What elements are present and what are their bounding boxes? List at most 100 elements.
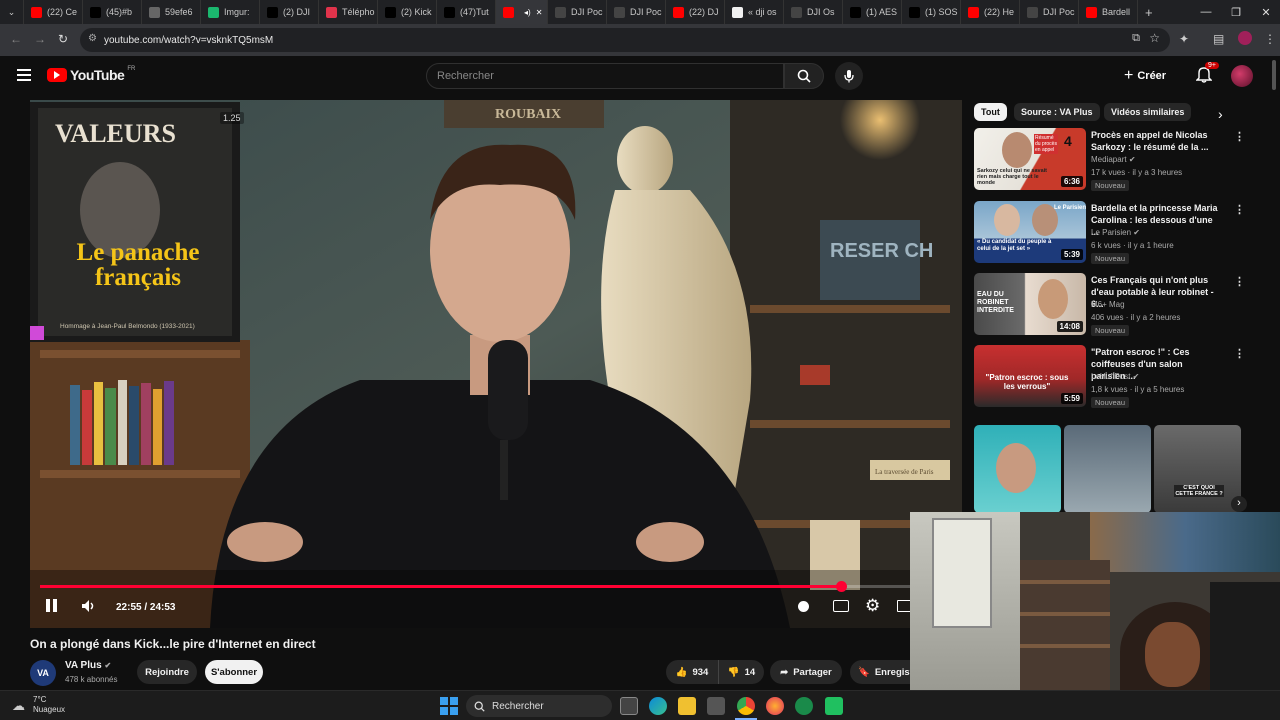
verified-icon: ✔ <box>1128 155 1136 164</box>
short-thumbnail[interactable] <box>974 425 1061 513</box>
extensions-icon[interactable]: ✦ <box>1179 32 1189 46</box>
sidepanel-icon[interactable]: ▤ <box>1213 32 1224 46</box>
bookmark-star-icon[interactable]: ☆ <box>1149 31 1160 45</box>
voice-search-button[interactable] <box>835 62 863 90</box>
page-scrollbar[interactable] <box>1272 60 1276 90</box>
recommendation-item[interactable]: "Patron escroc : sous les verrous" 5:59 … <box>974 345 1250 411</box>
dislike-button[interactable]: 👎 14 <box>718 660 764 684</box>
account-avatar[interactable] <box>1231 65 1253 87</box>
weather-desc[interactable]: Nuageux <box>33 705 65 714</box>
chip-source[interactable]: Source : VA Plus <box>1014 103 1100 121</box>
pause-button[interactable] <box>46 599 58 613</box>
join-button[interactable]: Rejoindre <box>137 660 197 684</box>
browser-tab[interactable]: (2) DJI <box>260 0 319 24</box>
taskbar-search[interactable]: Rechercher <box>466 695 612 717</box>
browser-tab[interactable]: (22) DJ <box>666 0 725 24</box>
maximize-button[interactable]: ❐ <box>1220 0 1252 24</box>
more-options-icon[interactable]: ⋮ <box>1234 275 1245 288</box>
task-view-icon[interactable] <box>620 697 638 715</box>
channel-avatar[interactable]: VA <box>30 660 56 686</box>
close-tab-icon[interactable]: ✕ <box>536 8 543 17</box>
webcam-overlay <box>910 512 1280 690</box>
recommendation-thumbnail[interactable]: Résumé du procès en appel 4 Sarkozy celu… <box>974 128 1086 190</box>
browser-tab[interactable]: (22) He <box>961 0 1020 24</box>
share-button[interactable]: ➦ Partager <box>770 660 842 684</box>
weather-temp[interactable]: 7°C <box>33 695 46 704</box>
app-icon-green[interactable] <box>795 697 813 715</box>
browser-tab[interactable]: DJI Os <box>784 0 843 24</box>
tab-active[interactable]: ◂) ✕ <box>496 0 548 24</box>
browser-tab[interactable]: DJI Poc <box>607 0 666 24</box>
recommendation-item[interactable]: Résumé du procès en appel 4 Sarkozy celu… <box>974 128 1250 194</box>
short-thumbnail[interactable]: C'EST QUOI CETTE FRANCE ? <box>1154 425 1241 513</box>
minimize-button[interactable]: — <box>1190 0 1222 24</box>
search-button[interactable] <box>784 63 824 89</box>
browser-tab[interactable]: (1) SOS <box>902 0 961 24</box>
forward-arrow-icon[interactable]: → <box>34 32 46 46</box>
progress-bar[interactable] <box>40 581 910 592</box>
new-tab-button[interactable]: + <box>1138 0 1160 24</box>
recommendation-item[interactable]: EAU DU ROBINET INTERDITE 14:08 Ces Franç… <box>974 273 1250 339</box>
start-button[interactable] <box>440 697 458 715</box>
firefox-icon[interactable] <box>766 697 784 715</box>
browser-tab[interactable]: (22) Ce <box>24 0 83 24</box>
shorts-next-button[interactable]: › <box>1231 496 1247 512</box>
youtube-logo[interactable]: YouTube FR <box>47 66 135 83</box>
more-options-icon[interactable]: ⋮ <box>1234 203 1245 216</box>
chip-tout[interactable]: Tout <box>974 103 1007 121</box>
browser-tab[interactable]: DJI Poc <box>548 0 607 24</box>
store-icon[interactable] <box>707 697 725 715</box>
edge-icon[interactable] <box>649 697 667 715</box>
browser-tab[interactable]: DJI Poc <box>1020 0 1079 24</box>
audio-playing-icon[interactable]: ◂) <box>524 8 531 17</box>
url-input[interactable]: ⚙ youtube.com/watch?v=vsknkTQ5msM ⧉ ☆ <box>80 28 1170 52</box>
like-button[interactable]: 👍 934 <box>666 660 718 684</box>
autoplay-toggle[interactable] <box>798 601 809 612</box>
file-explorer-icon[interactable] <box>678 697 696 715</box>
more-options-icon[interactable]: ⋮ <box>1234 130 1245 143</box>
recommendation-channel[interactable]: Mediapart ✔ <box>1091 155 1136 164</box>
save-button[interactable]: 🔖 Enregist <box>850 660 916 684</box>
recommendation-thumbnail[interactable]: "Patron escroc : sous les verrous" 5:59 <box>974 345 1086 407</box>
chevron-right-icon[interactable]: › <box>1218 106 1223 122</box>
recommendation-thumbnail[interactable]: Le Parisien « Du candidat du peuple à ce… <box>974 201 1086 263</box>
back-arrow-icon[interactable]: ← <box>10 32 22 46</box>
browser-tab[interactable]: Télépho <box>319 0 378 24</box>
chrome-icon[interactable] <box>737 697 755 715</box>
browser-tab[interactable]: 59efe6 <box>142 0 201 24</box>
more-options-icon[interactable]: ⋮ <box>1234 347 1245 360</box>
recommendation-channel[interactable]: Le Parisien ✔ <box>1091 228 1140 237</box>
short-thumbnail[interactable] <box>1064 425 1151 513</box>
browser-tab[interactable]: (47)Tut <box>437 0 496 24</box>
browser-tab[interactable]: (1) AES <box>843 0 902 24</box>
subscribe-button[interactable]: S'abonner <box>205 660 263 684</box>
notifications-button[interactable]: 9+ <box>1195 62 1219 88</box>
browser-tab[interactable]: Bardell <box>1079 0 1138 24</box>
app-icon-chat[interactable] <box>825 697 843 715</box>
close-window-button[interactable]: ✕ <box>1250 0 1280 24</box>
volume-button[interactable] <box>80 598 96 619</box>
reload-icon[interactable]: ↻ <box>58 32 68 46</box>
chip-similar[interactable]: Vidéos similaires <box>1104 103 1192 121</box>
browser-menu-icon[interactable]: ⋮ <box>1264 32 1276 46</box>
tab-list-menu[interactable]: ⌄ <box>0 0 24 24</box>
recommendation-channel[interactable]: LeHuffPost ✔ <box>1091 372 1139 381</box>
subtitles-icon[interactable] <box>833 600 849 612</box>
create-button[interactable]: + Créer <box>1124 64 1184 88</box>
profile-avatar[interactable] <box>1238 31 1252 45</box>
video-player[interactable]: RESER CH La traversée de Paris ROUBAIX V… <box>30 100 962 628</box>
recommendation-thumbnail[interactable]: EAU DU ROBINET INTERDITE 14:08 <box>974 273 1086 335</box>
install-app-icon[interactable]: ⧉ <box>1132 32 1140 45</box>
search-input[interactable]: Rechercher <box>426 63 784 89</box>
channel-name[interactable]: VA Plus ✔ <box>65 660 111 671</box>
browser-tab[interactable]: « dji os <box>725 0 784 24</box>
browser-tab[interactable]: (2) Kick <box>378 0 437 24</box>
recommendation-item[interactable]: Le Parisien « Du candidat du peuple à ce… <box>974 201 1250 267</box>
site-info-icon[interactable]: ⚙ <box>88 33 97 44</box>
browser-tab[interactable]: Imgur: <box>201 0 260 24</box>
hamburger-menu-icon[interactable] <box>17 69 31 81</box>
recommendation-title[interactable]: Procès en appel de Nicolas Sarkozy : le … <box>1091 129 1219 153</box>
recommendation-channel[interactable]: M6+ Mag <box>1091 300 1125 309</box>
settings-gear-icon[interactable]: ⚙ <box>865 596 880 616</box>
browser-tab[interactable]: (45)#b <box>83 0 142 24</box>
